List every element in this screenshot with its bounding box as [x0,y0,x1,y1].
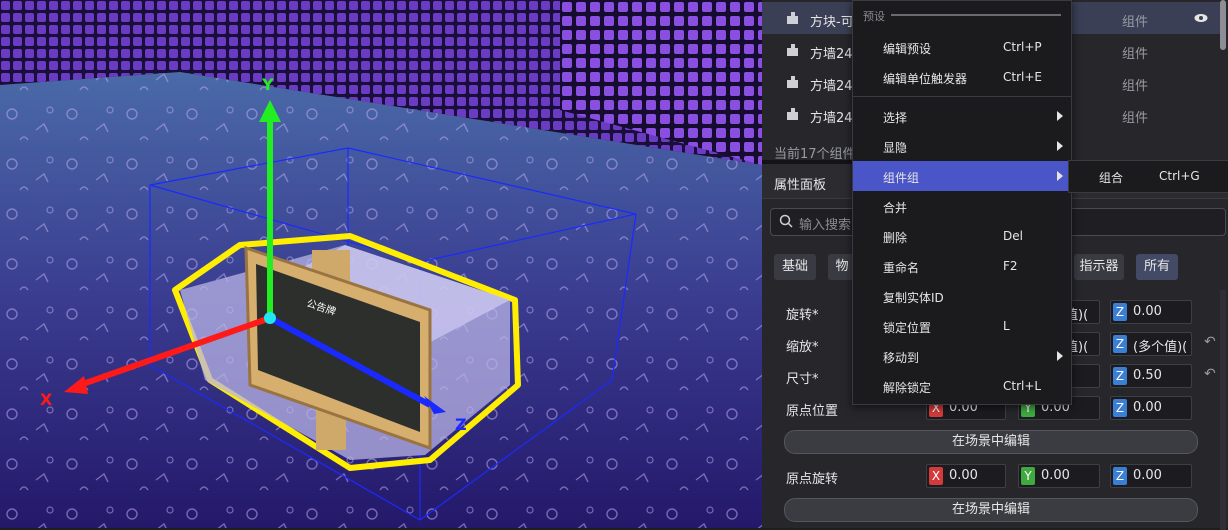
chevron-right-icon [1057,141,1063,151]
scale-z-field[interactable]: Z (多个值)( [1110,332,1192,356]
menu-item-move-to[interactable]: 移动到 [853,341,1071,371]
property-panel-title: 属性面板 [774,178,827,193]
entity-name: 方墙24 [810,47,853,62]
menu-item-copy-entity-id[interactable]: 复制实体ID [853,281,1071,311]
menu-item-unlock[interactable]: 解除锁定 Ctrl+L [853,371,1071,401]
menu-item-component-group[interactable]: 组件组 [853,161,1071,191]
entity-name: 方墙24 [810,79,853,94]
context-menu: 预设 编辑预设 Ctrl+P 编辑单位触发器 Ctrl+E 选择 显隐 组件组 合并… [852,0,1072,405]
origin-position-label: 原点位置 [786,404,839,419]
component-icon [787,76,798,88]
eye-icon[interactable] [1194,13,1208,23]
entity-type: 组件 [1122,47,1149,62]
z-axis-badge: Z [1113,399,1127,417]
rotation-z-field[interactable]: Z 0.00 [1110,300,1192,324]
property-scrollbar[interactable] [1220,290,1226,530]
menu-section-header: 预设 [863,10,885,23]
origin-rotation-y-field[interactable]: Y 0.00 [1018,464,1100,488]
edit-in-scene-button[interactable]: 在场景中编辑 [784,430,1198,454]
menu-separator [853,96,1071,97]
chevron-right-icon [1057,171,1063,181]
entity-type: 组件 [1122,15,1149,30]
scale-label: 缩放* [786,340,819,355]
search-icon [779,214,793,228]
entity-type: 组件 [1122,111,1149,126]
component-icon [787,44,798,56]
origin-rotation-x-field[interactable]: X 0.00 [926,464,1006,488]
scene-viewport[interactable]: 公告牌 Y X Z [0,0,762,528]
gizmo-y-label: Y [261,75,274,94]
menu-item-edit-preset[interactable]: 编辑预设 Ctrl+P [853,32,1071,62]
menu-item-lock-position[interactable]: 锁定位置 L [853,311,1071,341]
y-axis-badge: Y [1021,467,1035,485]
entity-list-scrollbar[interactable] [1220,0,1226,50]
menu-item-delete[interactable]: 删除 Del [853,221,1071,251]
component-group-submenu: 组合 Ctrl+G [1068,160,1228,193]
reset-icon[interactable]: ↶ [1204,334,1216,350]
origin-position-z-field[interactable]: Z 0.00 [1110,396,1192,420]
entity-name: 方墙24 [810,111,853,126]
menu-item-rename[interactable]: 重命名 F2 [853,251,1071,281]
x-axis-badge: X [929,467,943,485]
menu-header-divider [891,14,1061,16]
component-icon [787,108,798,120]
menu-item-edit-unit-trigger[interactable]: 编辑单位触发器 Ctrl+E [853,62,1071,92]
origin-rotation-z-field[interactable]: Z 0.00 [1110,464,1192,488]
gizmo-x-label: X [40,390,53,409]
tab-basic[interactable]: 基础 [774,254,816,280]
size-label: 尺寸* [786,372,819,387]
menu-item-select[interactable]: 选择 [853,101,1071,131]
z-axis-badge: Z [1113,467,1127,485]
menu-item-merge[interactable]: 合并 [853,191,1071,221]
tab-indicator[interactable]: 指示器 [1074,254,1124,280]
z-axis-badge: Z [1113,335,1127,353]
edit-in-scene-button[interactable]: 在场景中编辑 [784,498,1198,522]
z-axis-badge: Z [1113,367,1127,385]
rotation-label: 旋转* [786,308,819,323]
z-axis-badge: Z [1113,303,1127,321]
tab-all[interactable]: 所有 [1136,254,1178,280]
chevron-right-icon [1057,351,1063,361]
reset-icon[interactable]: ↶ [1204,366,1216,382]
component-icon [787,12,798,24]
menu-item-visibility[interactable]: 显隐 [853,131,1071,161]
size-z-field[interactable]: Z 0.50 [1110,364,1192,388]
gizmo-z-label: Z [455,415,467,434]
search-placeholder: 输入搜索 [799,218,852,233]
origin-rotation-label: 原点旋转 [786,472,839,487]
entity-name: 方块-可 [810,15,854,30]
chevron-right-icon [1057,111,1063,121]
menu-item-group[interactable]: 组合 Ctrl+G [1069,161,1228,191]
entity-type: 组件 [1122,79,1149,94]
